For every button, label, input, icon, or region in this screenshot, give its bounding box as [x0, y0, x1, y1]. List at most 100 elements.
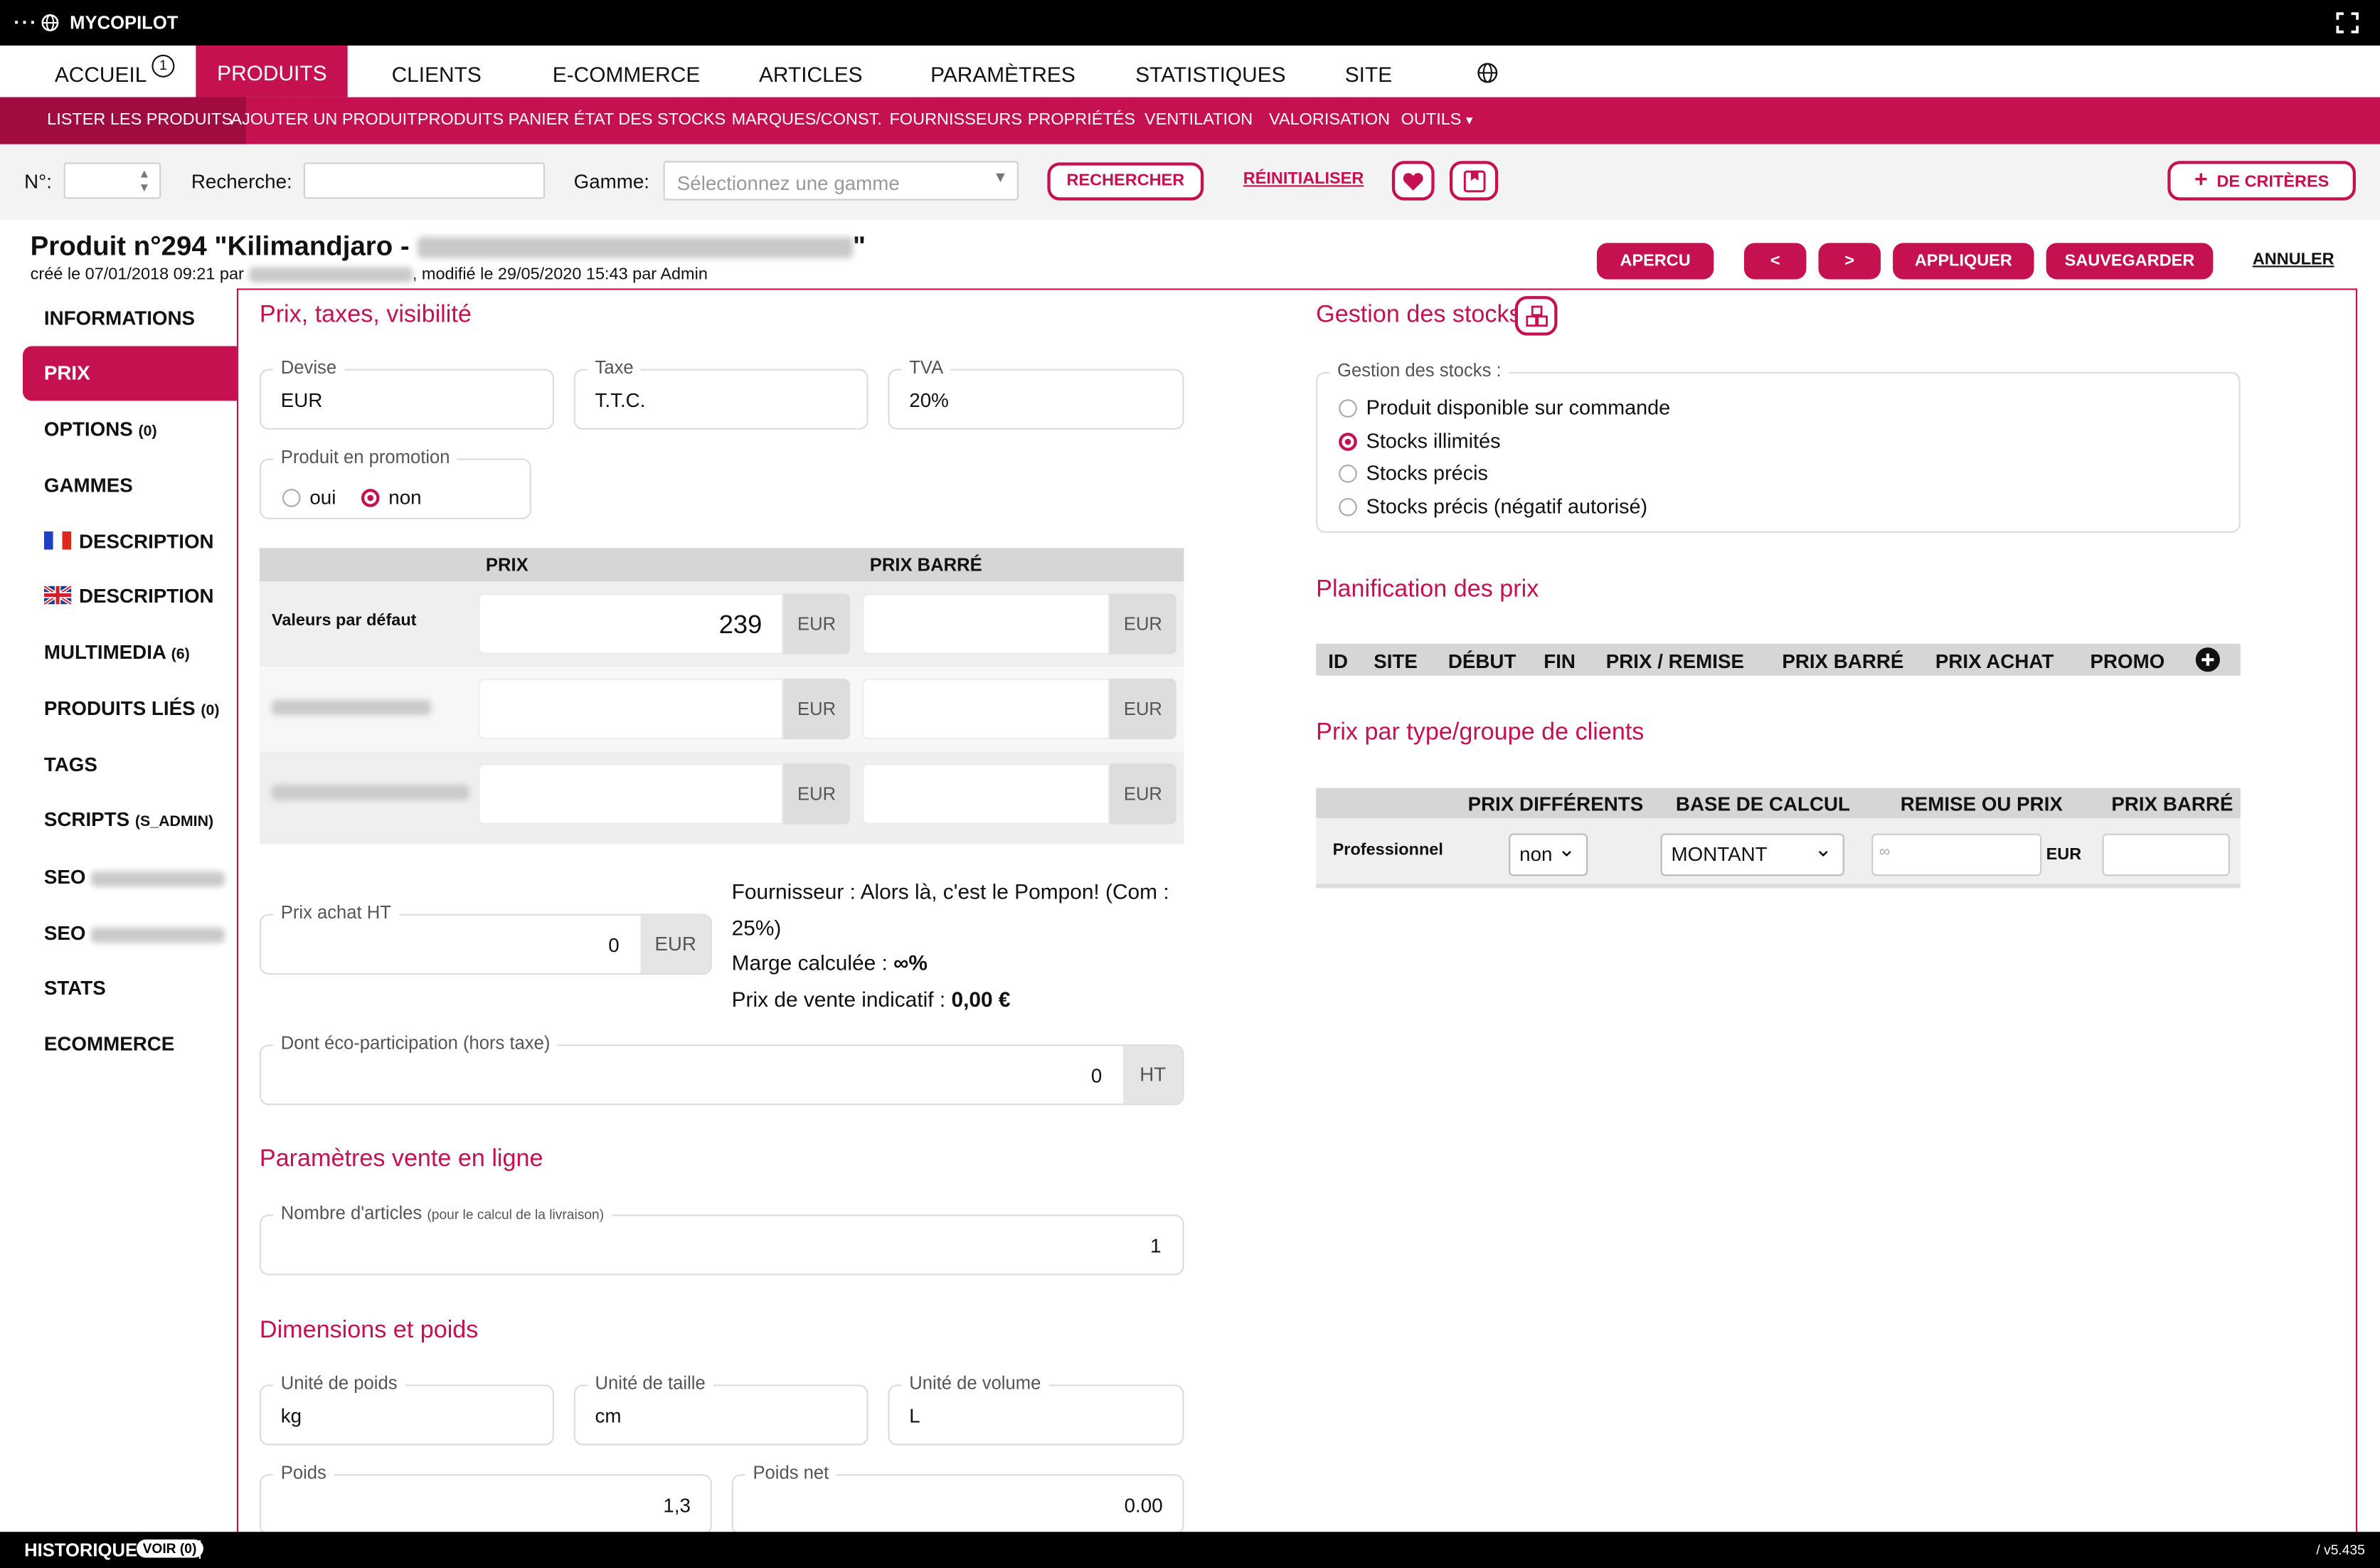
- promo-no-option[interactable]: non: [361, 486, 422, 509]
- calc-base-select[interactable]: MONTANT: [1660, 829, 1844, 876]
- menu-gammes[interactable]: GAMMES: [23, 458, 237, 513]
- different-price-select[interactable]: non: [1509, 829, 1588, 876]
- nav-articles[interactable]: ARTICLES: [759, 46, 863, 97]
- nav-clients[interactable]: CLIENTS: [392, 46, 482, 97]
- version-label: / v5.435: [2316, 1542, 2365, 1558]
- subnav-valorisation[interactable]: VALORISATION: [1269, 97, 1390, 144]
- weight-field[interactable]: Poids 1,3: [259, 1462, 712, 1535]
- stock-option-on-order[interactable]: Produit disponible sur commande: [1339, 396, 1670, 419]
- volume-unit-field[interactable]: Unité de volume L: [888, 1372, 1184, 1446]
- col-prix-remise: PRIX / REMISE: [1605, 650, 1745, 673]
- menu-options[interactable]: OPTIONS (0): [23, 403, 237, 457]
- weight-unit-field[interactable]: Unité de poids kg: [259, 1372, 554, 1446]
- sub-nav: LISTER LES PRODUITS AJOUTER UN PRODUIT P…: [0, 97, 2380, 144]
- strike-price-input[interactable]: [862, 593, 1110, 655]
- subnav-etat-stocks[interactable]: ÉTAT DES STOCKS: [574, 97, 726, 144]
- add-circle-icon[interactable]: [2195, 647, 2221, 672]
- previous-button[interactable]: <: [1743, 243, 1807, 280]
- promo-yes-option[interactable]: oui: [282, 486, 336, 509]
- nav-parametres[interactable]: PARAMÈTRES: [930, 46, 1075, 97]
- nav-site[interactable]: SITE: [1345, 46, 1392, 97]
- volume-unit-value: L: [909, 1404, 920, 1427]
- cancel-button[interactable]: ANNULER: [2253, 250, 2334, 269]
- menu-prix[interactable]: PRIX: [23, 346, 237, 401]
- subnav-ventilation[interactable]: VENTILATION: [1144, 97, 1253, 144]
- menu-description-en[interactable]: DESCRIPTION: [23, 569, 237, 624]
- menu-stats[interactable]: STATS: [23, 961, 237, 1016]
- subnav-produits-panier[interactable]: PRODUITS PANIER: [418, 97, 569, 144]
- subnav-outils[interactable]: OUTILS ▾: [1401, 97, 1473, 144]
- menu-dots-icon[interactable]: ···: [14, 11, 38, 33]
- tva-field[interactable]: TVA 20%: [888, 356, 1184, 430]
- purchase-price-field[interactable]: Prix achat HT 0 EUR: [259, 901, 712, 975]
- articles-count-field[interactable]: Nombre d'articles (pour le calcul de la …: [259, 1202, 1184, 1276]
- view-history-button[interactable]: VOIR (0): [137, 1539, 203, 1558]
- devise-field[interactable]: Devise EUR: [259, 356, 554, 430]
- nav-produits[interactable]: PRODUITS: [196, 46, 349, 97]
- discount-placeholder: ∞: [1879, 844, 1891, 861]
- stock-option-label: Produit disponible sur commande: [1366, 396, 1671, 419]
- subnav-marques[interactable]: MARQUES/CONST.: [732, 97, 882, 144]
- save-button[interactable]: SAUVEGARDER: [2046, 243, 2214, 280]
- more-criteria-button[interactable]: + DE CRITÈRES: [2167, 161, 2356, 201]
- fullscreen-icon[interactable]: [2336, 12, 2359, 33]
- subnav-fournisseurs[interactable]: FOURNISSEURS: [890, 97, 1023, 144]
- eco-participation-field[interactable]: Dont éco-participation (hors taxe) 0 HT: [259, 1032, 1184, 1106]
- purchase-price-label: Prix achat HT: [273, 901, 399, 923]
- strike-price-input[interactable]: [2102, 833, 2230, 876]
- bookmark-button[interactable]: [1449, 161, 1499, 201]
- language-globe-icon[interactable]: [1477, 62, 1498, 83]
- radio-on-icon: [1339, 433, 1357, 451]
- reset-button[interactable]: RÉINITIALISER: [1243, 170, 1364, 189]
- subnav-ajouter-produit[interactable]: AJOUTER UN PRODUIT: [230, 97, 417, 144]
- currency-suffix: EUR: [640, 915, 711, 973]
- weight-label: Poids: [273, 1462, 334, 1483]
- price-input[interactable]: 239: [478, 593, 784, 655]
- subnav-lister-produits[interactable]: LISTER LES PRODUITS: [0, 97, 247, 144]
- stepper-icon[interactable]: ▲ ▼: [138, 167, 150, 194]
- number-input[interactable]: ▲ ▼: [63, 162, 161, 199]
- menu-produits-lies[interactable]: PRODUITS LIÉS (0): [23, 682, 237, 736]
- size-unit-field[interactable]: Unité de taille cm: [573, 1372, 868, 1446]
- net-weight-field[interactable]: Poids net 0.00: [731, 1462, 1184, 1535]
- nav-statistiques[interactable]: STATISTIQUES: [1135, 46, 1285, 97]
- main-nav: ACCUEIL 1 PRODUITS CLIENTS E-COMMERCE ART…: [0, 46, 2380, 97]
- col-remise-prix: REMISE OU PRIX: [1900, 792, 2063, 815]
- stock-option-precise[interactable]: Stocks précis: [1339, 462, 1488, 484]
- preview-button[interactable]: APERCU: [1596, 243, 1714, 280]
- gamme-select[interactable]: Sélectionnez une gamme ▼: [663, 161, 1019, 201]
- notification-badge: 1: [152, 54, 175, 78]
- strike-price-input[interactable]: [862, 763, 1110, 825]
- search-input[interactable]: [303, 162, 546, 199]
- favorites-button[interactable]: [1391, 161, 1435, 201]
- menu-seo-1[interactable]: SEO: [23, 850, 237, 905]
- menu-scripts[interactable]: SCRIPTS (S_ADMIN): [23, 793, 237, 847]
- size-unit-label: Unité de taille: [587, 1372, 713, 1394]
- subnav-proprietes[interactable]: PROPRIÉTÉS: [1028, 97, 1135, 144]
- table-row: EUR EUR: [259, 666, 1184, 752]
- price-input[interactable]: [478, 678, 784, 740]
- stock-option-unlimited[interactable]: Stocks illimités: [1339, 430, 1500, 452]
- stock-option-label: Stocks précis (négatif autorisé): [1366, 494, 1648, 518]
- menu-tags[interactable]: TAGS: [23, 738, 237, 793]
- search-button[interactable]: RECHERCHER: [1047, 162, 1204, 201]
- nav-ecommerce[interactable]: E-COMMERCE: [553, 46, 700, 97]
- menu-seo-2[interactable]: SEO: [23, 906, 237, 961]
- apply-button[interactable]: APPLIQUER: [1893, 243, 2034, 280]
- menu-multimedia[interactable]: MULTIMEDIA (6): [23, 625, 237, 680]
- menu-description-fr[interactable]: DESCRIPTION: [23, 514, 237, 569]
- price-input[interactable]: [478, 763, 784, 825]
- menu-ecommerce[interactable]: ECOMMERCE: [23, 1017, 237, 1072]
- next-button[interactable]: >: [1818, 243, 1881, 280]
- articles-count-label: Nombre d'articles: [280, 1202, 423, 1224]
- stock-option-negative[interactable]: Stocks précis (négatif autorisé): [1339, 495, 1647, 518]
- taxe-field[interactable]: Taxe T.T.C.: [573, 356, 868, 430]
- strike-price-input[interactable]: [862, 678, 1110, 740]
- footer-separator: |: [197, 1536, 203, 1559]
- nav-accueil[interactable]: ACCUEIL 1: [55, 46, 175, 97]
- stock-boxes-button[interactable]: [1514, 296, 1558, 336]
- promo-yes-label: oui: [309, 485, 336, 509]
- menu-count: (0): [201, 703, 220, 720]
- menu-informations[interactable]: INFORMATIONS: [23, 292, 237, 346]
- discount-input[interactable]: ∞: [1871, 833, 2042, 876]
